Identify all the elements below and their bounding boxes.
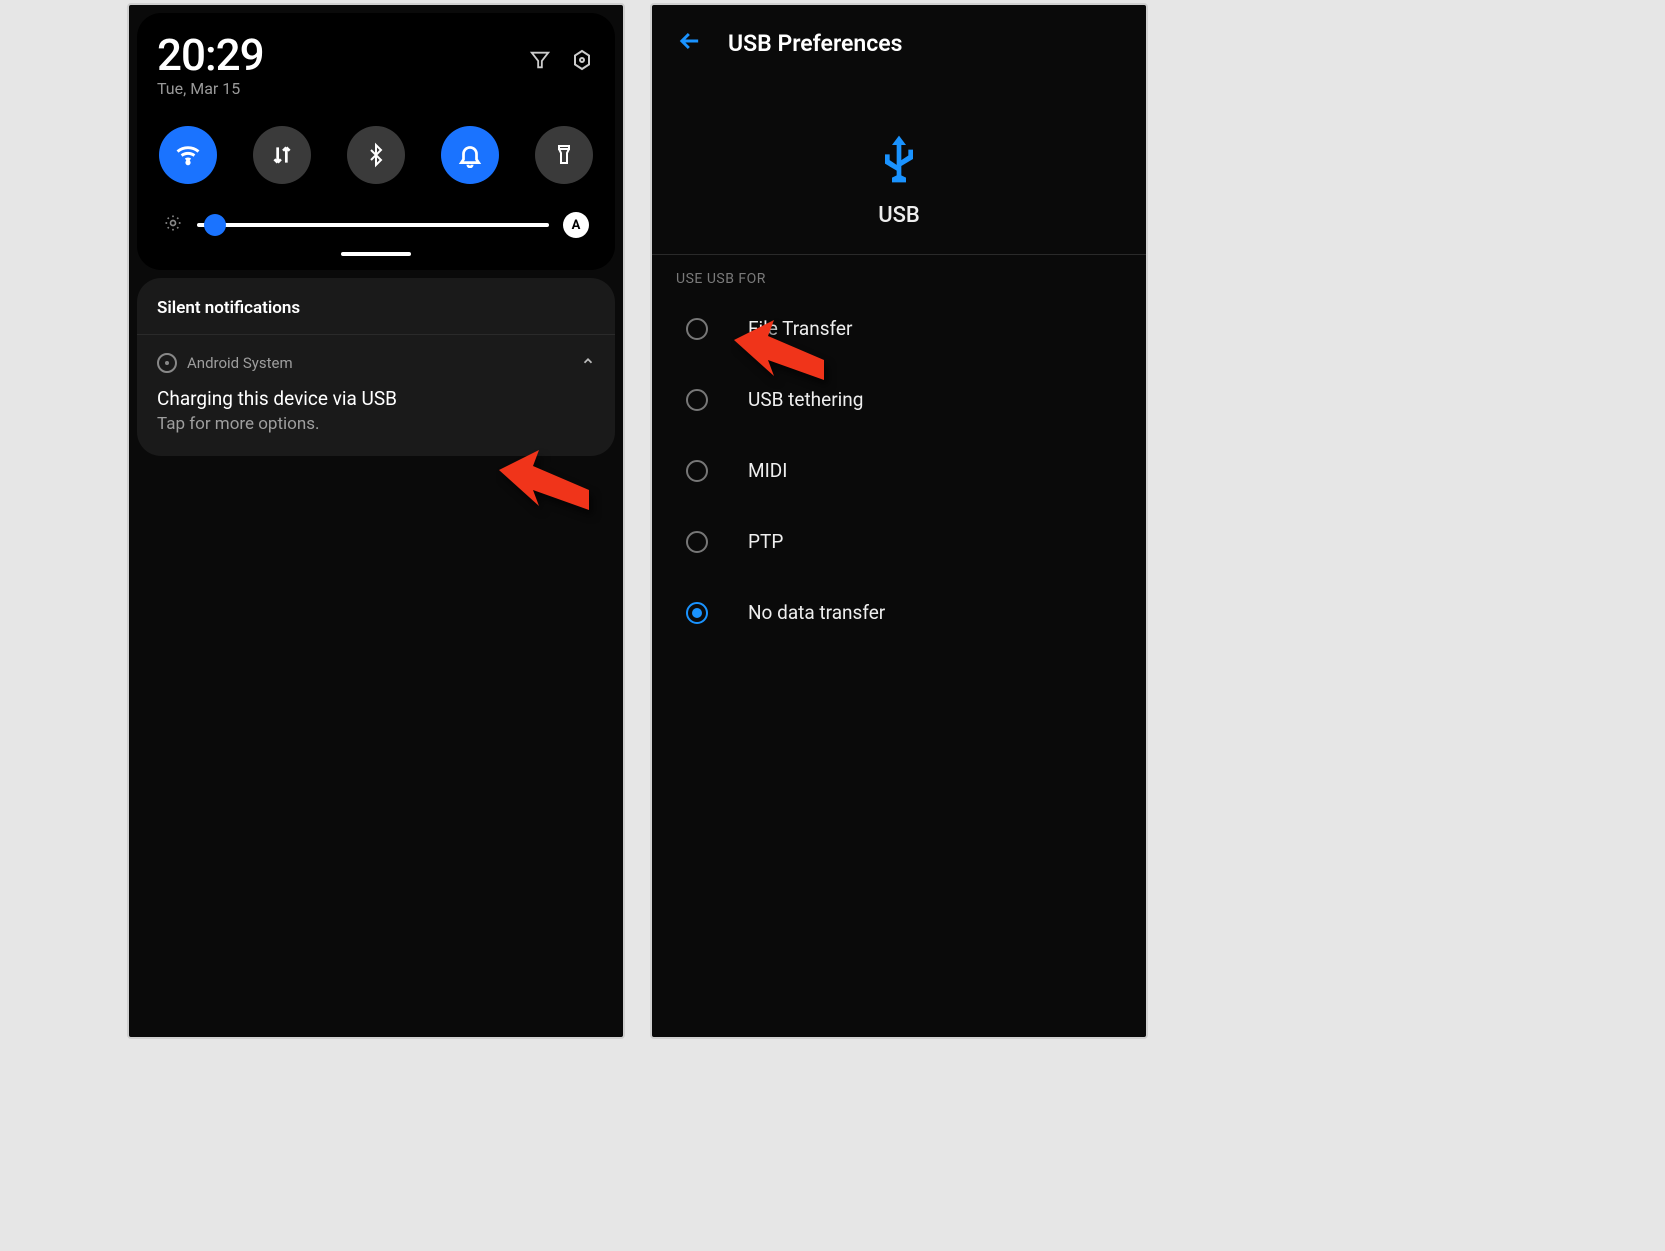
phone-usb-preferences: USB Preferences USB USE USB FOR File Tra… xyxy=(650,3,1148,1039)
brightness-row: A xyxy=(157,212,595,238)
usb-emblem: USB xyxy=(652,131,1146,228)
usb-emblem-label: USB xyxy=(652,203,1146,228)
header-actions xyxy=(527,33,595,73)
clock-time: 20:29 xyxy=(157,33,264,77)
option-label: USB tethering xyxy=(748,388,863,411)
chevron-up-icon[interactable] xyxy=(581,354,595,372)
option-ptp[interactable]: PTP xyxy=(676,506,1122,577)
wifi-toggle[interactable] xyxy=(159,126,217,184)
notification-source-row: Android System xyxy=(157,353,595,373)
page-title: USB Preferences xyxy=(728,30,902,57)
option-no-data-transfer[interactable]: No data transfer xyxy=(676,577,1122,648)
radio-icon[interactable] xyxy=(686,602,708,624)
notification-source: Android System xyxy=(187,354,293,372)
notification-title: Charging this device via USB xyxy=(157,387,595,410)
flashlight-toggle[interactable] xyxy=(535,126,593,184)
callout-arrow-1 xyxy=(499,450,589,534)
radio-icon[interactable] xyxy=(686,531,708,553)
option-label: MIDI xyxy=(748,459,787,482)
data-toggle[interactable] xyxy=(253,126,311,184)
section-label: USE USB FOR xyxy=(652,255,1146,293)
radio-icon[interactable] xyxy=(686,318,708,340)
usb-options-list: File Transfer USB tethering MIDI PTP No … xyxy=(652,293,1146,648)
quick-settings-header: 20:29 Tue, Mar 15 xyxy=(157,33,595,98)
wallpaper-blur xyxy=(129,495,623,1037)
silent-notifications-header: Silent notifications xyxy=(137,278,615,335)
preferences-header: USB Preferences xyxy=(652,5,1146,81)
option-label: No data transfer xyxy=(748,601,885,624)
notification-item-usb[interactable]: Android System Charging this device via … xyxy=(137,335,615,456)
android-system-icon xyxy=(157,353,177,373)
gear-icon[interactable] xyxy=(569,47,595,73)
option-usb-tethering[interactable]: USB tethering xyxy=(676,364,1122,435)
clock-date: Tue, Mar 15 xyxy=(157,79,264,98)
option-label: PTP xyxy=(748,530,783,553)
radio-icon[interactable] xyxy=(686,460,708,482)
option-midi[interactable]: MIDI xyxy=(676,435,1122,506)
option-file-transfer[interactable]: File Transfer xyxy=(676,293,1122,364)
phone-notification-shade: 20:29 Tue, Mar 15 xyxy=(127,3,625,1039)
brightness-slider[interactable] xyxy=(197,223,549,227)
filter-icon[interactable] xyxy=(527,47,553,73)
brightness-low-icon xyxy=(163,213,183,237)
auto-brightness-chip[interactable]: A xyxy=(563,212,589,238)
panel-drag-handle[interactable] xyxy=(341,252,411,256)
notifications-panel: Silent notifications Android System Char… xyxy=(137,278,615,456)
notification-subtitle: Tap for more options. xyxy=(157,414,595,434)
quick-settings-panel: 20:29 Tue, Mar 15 xyxy=(137,13,615,270)
radio-icon[interactable] xyxy=(686,389,708,411)
quick-toggles-row xyxy=(157,126,595,184)
brightness-slider-thumb[interactable] xyxy=(204,214,226,236)
option-label: File Transfer xyxy=(748,317,852,340)
usb-icon xyxy=(871,172,927,191)
bluetooth-toggle[interactable] xyxy=(347,126,405,184)
clock-block: 20:29 Tue, Mar 15 xyxy=(157,33,264,98)
dnd-toggle[interactable] xyxy=(441,126,499,184)
back-arrow-icon[interactable] xyxy=(676,27,704,59)
